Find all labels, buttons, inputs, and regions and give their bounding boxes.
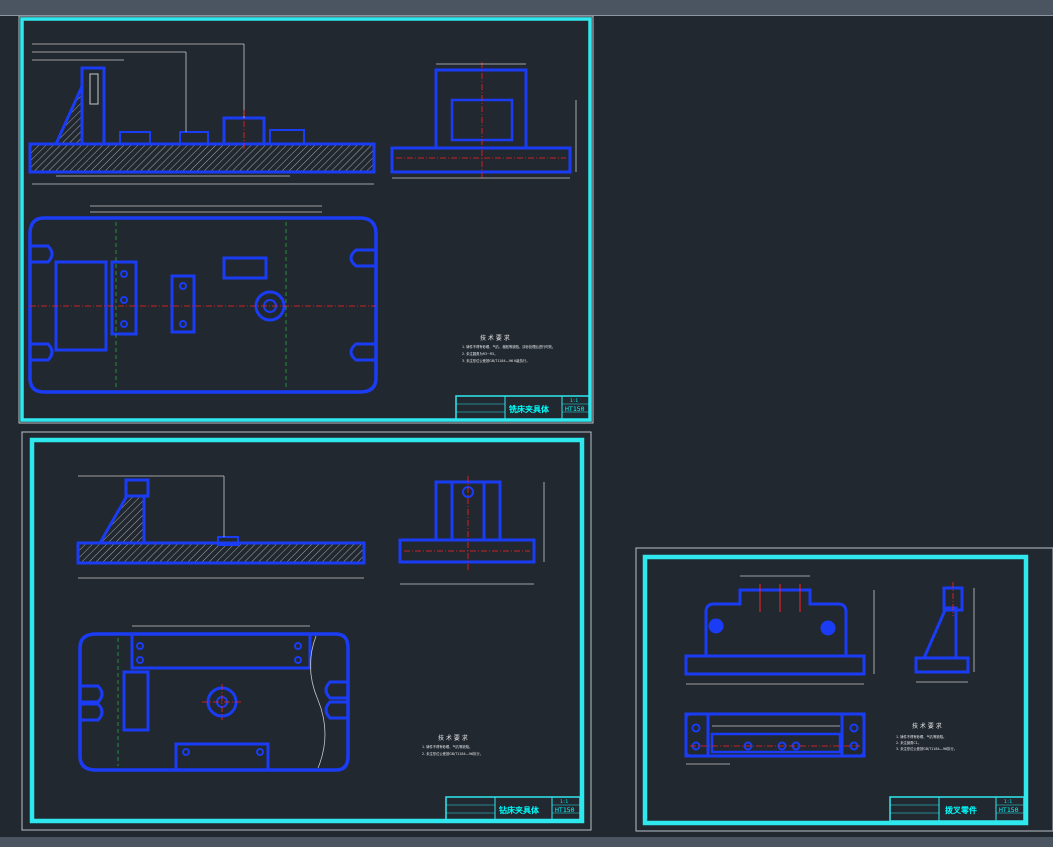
sheet-3-frame <box>642 554 1029 826</box>
hole <box>120 296 128 304</box>
title-block-material: HT150 <box>565 405 585 413</box>
sheet-1-title-block[interactable]: 铣床夹具体 HT150 1:1 <box>455 395 591 421</box>
sheet-3-side-view[interactable] <box>914 582 975 683</box>
title-block-title: 拨叉零件 <box>945 805 977 815</box>
notes-line: 2. 未注倒角C1。 <box>896 740 921 745</box>
title-block-material: HT150 <box>999 806 1019 814</box>
title-block-scale: 1:1 <box>560 799 568 805</box>
hole <box>136 642 144 650</box>
title-block-material: HT150 <box>555 806 575 814</box>
side-upright-right <box>482 480 502 542</box>
u-slot-left-bottom <box>80 702 104 722</box>
notes-line: 2. 未注圆角为R3~R5。 <box>462 351 498 356</box>
slot <box>710 732 842 754</box>
top-plate-outline <box>28 216 378 394</box>
title-block-scale: 1:1 <box>1004 799 1012 805</box>
drawing-canvas[interactable]: 技 术 要 求 1. 铸件不得有砂眼、气孔、缩松等缺陷，清砂处理后进行时效。 2… <box>0 16 1053 837</box>
boss-3 <box>269 129 305 145</box>
support-rib <box>97 492 146 545</box>
title-block-title: 铣床夹具体 <box>509 404 550 414</box>
hole <box>120 270 128 278</box>
notes-line: 1. 铸件不得有砂眼、气孔、缩松等缺陷，清砂处理后进行时效。 <box>462 344 555 349</box>
vertical-post <box>124 478 150 498</box>
clamp-plate <box>170 274 196 334</box>
sheet-1-side-view[interactable] <box>390 62 577 179</box>
hole <box>136 656 144 664</box>
notes-line: 3. 未注形位公差按GB/T1184—96执行。 <box>896 746 957 751</box>
side-rib <box>921 606 958 660</box>
sheet-1-top-view[interactable] <box>28 205 378 394</box>
base-plate <box>28 142 376 174</box>
support-bar <box>130 632 312 670</box>
u-slot-left-top <box>80 684 104 704</box>
sheet-3[interactable]: 技 术 要 求 1. 铸件不得有砂眼、气孔等缺陷。 2. 未注倒角C1。 3. … <box>635 547 1053 832</box>
hole <box>120 320 128 328</box>
sheet-2[interactable]: 技 术 要 求 1. 铸件不得有砂眼、气孔等缺陷。 2. 未注形位公差按GB/T… <box>21 431 592 831</box>
hole <box>179 282 187 290</box>
u-slot-right-bottom <box>349 342 376 362</box>
side-base <box>914 656 970 674</box>
title-block-title: 钻床夹具体 <box>499 805 540 815</box>
hole <box>294 642 302 650</box>
hole <box>294 656 302 664</box>
u-slot-right-top <box>349 248 376 268</box>
boss-2 <box>179 131 209 145</box>
notes-heading: 技 术 要 求 <box>912 722 942 730</box>
status-bar <box>0 837 1053 847</box>
notes-line: 3. 未注形位公差按GB/T1184—96 K级执行。 <box>462 358 530 363</box>
sheet-3-top-view[interactable] <box>684 712 866 765</box>
hole <box>849 723 859 733</box>
sheet-1-front-view[interactable] <box>28 43 376 185</box>
title-block-scale: 1:1 <box>570 398 578 404</box>
post-footprint <box>122 670 150 732</box>
u-slot-right-bottom <box>324 700 348 720</box>
sheet-2-title-block[interactable]: 钻床夹具体 HT150 1:1 <box>445 796 581 822</box>
sheet-2-notes: 技 术 要 求 1. 铸件不得有砂眼、气孔等缺陷。 2. 未注形位公差按GB/T… <box>422 734 483 756</box>
sheet-2-side-view[interactable] <box>398 476 545 585</box>
left-bore <box>708 618 724 634</box>
right-bore <box>820 620 836 636</box>
u-slot-right-top <box>324 680 348 700</box>
sheet-2-front-view[interactable] <box>76 475 366 579</box>
bottom-tab <box>174 742 270 772</box>
boss-1 <box>119 131 151 145</box>
base-plate <box>684 654 866 676</box>
hole <box>179 320 187 328</box>
sheet-3-notes: 技 术 要 求 1. 铸件不得有砂眼、气孔等缺陷。 2. 未注倒角C1。 3. … <box>896 722 957 751</box>
hole <box>256 748 264 756</box>
side-base <box>390 146 572 174</box>
notes-line: 2. 未注形位公差按GB/T1184—96执行。 <box>422 751 483 756</box>
break-line <box>310 635 326 769</box>
notes-heading: 技 术 要 求 <box>480 334 510 342</box>
key-block <box>222 256 268 280</box>
sheet-3-title-block[interactable]: 拨叉零件 HT150 1:1 <box>889 796 1025 822</box>
vertical-post <box>80 66 106 146</box>
sheet-2-top-view[interactable] <box>78 625 350 772</box>
notes-line: 1. 铸件不得有砂眼、气孔等缺陷。 <box>896 734 946 739</box>
hole <box>691 723 701 733</box>
sheet-1-notes: 技 术 要 求 1. 铸件不得有砂眼、气孔、缩松等缺陷，清砂处理后进行时效。 2… <box>462 334 555 363</box>
hole <box>182 748 190 756</box>
notes-line: 1. 铸件不得有砂眼、气孔等缺陷。 <box>422 744 472 749</box>
sheet-3-paper-border <box>635 547 1053 832</box>
u-slot-left-bottom <box>30 342 54 362</box>
u-slot-left-top <box>30 244 54 264</box>
side-upright-left <box>434 480 454 542</box>
sheet-3-front-view[interactable] <box>684 575 875 685</box>
notes-heading: 技 术 要 求 <box>438 734 468 742</box>
sheet-1[interactable]: 技 术 要 求 1. 铸件不得有砂眼、气孔、缩松等缺陷，清砂处理后进行时效。 2… <box>18 16 594 424</box>
title-bar <box>0 0 1053 16</box>
